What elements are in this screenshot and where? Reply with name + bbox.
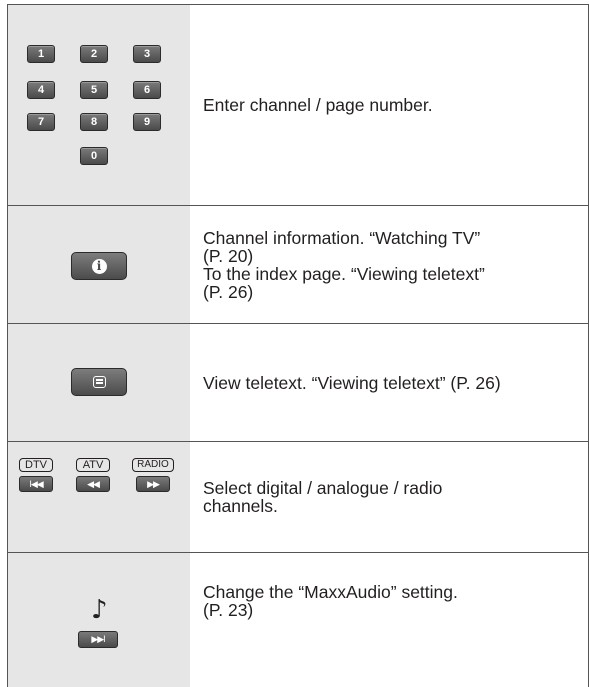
description-line: Select digital / analogue / radio [203,478,443,498]
icon-cell: ♪ ▶▶I [8,553,190,687]
table-row-teletext: View teletext. “Viewing teletext” (P. 26… [8,324,588,442]
info-icon: i [91,258,107,274]
icon-cell: i [8,206,190,323]
info-key: i [71,252,127,280]
dtv-label: DTV [19,458,53,472]
skip-back-icon: I◀◀ [19,476,53,492]
number-key-5: 5 [80,81,108,99]
number-key-7: 7 [27,113,55,131]
remote-buttons-table: 1 2 3 4 5 6 7 8 9 0 Enter channel / page… [7,4,589,687]
skip-forward-icon: ▶▶I [78,631,118,648]
description-cell: Enter channel / page number. [203,5,578,205]
icon-cell [8,324,190,441]
number-key-1: 1 [27,45,55,63]
description-line: Change the “MaxxAudio” setting. [203,582,458,602]
radio-label: RADIO [132,458,174,472]
teletext-icon [92,376,106,388]
number-key-8: 8 [80,113,108,131]
number-key-4: 4 [27,81,55,99]
description-cell: Select digital / analogue / radio channe… [203,442,578,552]
description-line: (P. 20) [203,245,254,266]
number-key-2: 2 [80,45,108,63]
description-line: (P. 23) [203,600,254,620]
table-row-number-keys: 1 2 3 4 5 6 7 8 9 0 Enter channel / page… [8,5,588,206]
description-cell: View teletext. “Viewing teletext” (P. 26… [203,324,578,441]
table-row-maxxaudio: ♪ ▶▶I Change the “MaxxAudio” setting. (P… [8,553,588,687]
description-line: channels. [203,496,278,516]
description-line: Channel information. “Watching TV” [203,227,481,248]
rewind-icon: ◀◀ [76,476,110,492]
number-key-3: 3 [133,45,161,63]
description-cell: Channel information. “Watching TV” (P. 2… [203,206,578,323]
icon-cell: 1 2 3 4 5 6 7 8 9 0 [8,5,190,205]
icon-cell: DTV ATV RADIO I◀◀ ◀◀ ▶▶ [8,442,190,552]
number-key-0: 0 [80,147,108,165]
number-key-9: 9 [133,113,161,131]
description-line: View teletext. “Viewing teletext” (P. 26… [203,372,501,393]
number-key-6: 6 [133,81,161,99]
fast-forward-icon: ▶▶ [136,476,170,492]
description-cell: Change the “MaxxAudio” setting. (P. 23) [203,553,578,687]
description-line: Enter channel / page number. [203,95,433,115]
music-note-icon: ♪ [91,595,108,625]
description-line: To the index page. “Viewing teletext” [203,263,485,284]
atv-label: ATV [76,458,110,472]
description-line: (P. 26) [203,281,254,302]
teletext-key [71,368,127,396]
table-row-sources: DTV ATV RADIO I◀◀ ◀◀ ▶▶ Select digital /… [8,442,588,553]
table-row-info: i Channel information. “Watching TV” (P.… [8,206,588,324]
